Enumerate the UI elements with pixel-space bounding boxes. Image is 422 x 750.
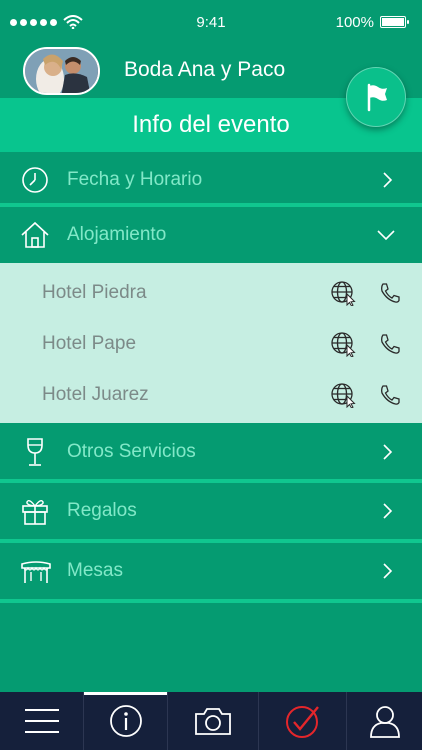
hotel-row[interactable]: Hotel Juarez bbox=[0, 369, 422, 419]
tab-menu[interactable] bbox=[0, 692, 84, 750]
hamburger-menu-icon bbox=[24, 709, 59, 733]
menu-item-fecha[interactable]: Fecha y Horario bbox=[0, 152, 422, 207]
hotels-panel: Hotel Piedra Hotel Pape Hotel Juarez bbox=[0, 263, 422, 423]
signal-group bbox=[10, 15, 83, 29]
couple-avatar[interactable] bbox=[23, 47, 100, 95]
battery-icon bbox=[380, 16, 409, 28]
divider bbox=[0, 599, 422, 603]
web-link-icon[interactable] bbox=[330, 382, 356, 408]
tab-info[interactable] bbox=[84, 692, 168, 750]
flag-icon bbox=[367, 83, 387, 112]
wine-glass-icon bbox=[27, 437, 43, 466]
table-icon bbox=[21, 560, 51, 583]
signal-dots-icon bbox=[10, 18, 57, 26]
flag-button[interactable] bbox=[346, 67, 406, 127]
menu-item-label: Alojamiento bbox=[67, 223, 167, 245]
menu-item-mesas[interactable]: Mesas bbox=[0, 543, 422, 598]
hotel-row[interactable]: Hotel Pape bbox=[0, 318, 422, 368]
clock-icon bbox=[22, 166, 48, 193]
menu-item-label: Otros Servicios bbox=[67, 440, 196, 462]
chevron-right-icon bbox=[383, 171, 393, 188]
menu-item-label: Mesas bbox=[67, 559, 123, 581]
phone-icon[interactable] bbox=[378, 281, 402, 305]
event-title: Boda Ana y Paco bbox=[124, 58, 286, 81]
wifi-icon bbox=[63, 15, 83, 29]
web-link-icon[interactable] bbox=[330, 280, 356, 306]
phone-icon[interactable] bbox=[378, 383, 402, 407]
chevron-down-icon bbox=[377, 229, 395, 240]
hotel-row[interactable]: Hotel Piedra bbox=[0, 267, 422, 317]
battery-percent: 100% bbox=[335, 13, 374, 31]
camera-icon bbox=[195, 708, 231, 735]
tab-camera[interactable] bbox=[168, 692, 259, 750]
phone-icon[interactable] bbox=[378, 332, 402, 356]
hotel-name: Hotel Pape bbox=[42, 333, 137, 354]
status-bar: 9:41 100% bbox=[0, 0, 422, 44]
house-icon bbox=[21, 221, 49, 248]
profile-icon bbox=[369, 706, 400, 738]
check-circle-icon bbox=[285, 706, 319, 738]
hotel-name: Hotel Juarez bbox=[42, 384, 149, 405]
menu-item-label: Fecha y Horario bbox=[67, 168, 203, 190]
web-link-icon[interactable] bbox=[330, 331, 356, 357]
tab-confirm[interactable] bbox=[259, 692, 347, 750]
chevron-right-icon bbox=[383, 562, 393, 579]
bottom-tab-bar bbox=[0, 692, 422, 750]
info-icon bbox=[109, 705, 142, 737]
hotel-name: Hotel Piedra bbox=[42, 282, 147, 303]
menu-item-regalos[interactable]: Regalos bbox=[0, 483, 422, 538]
chevron-right-icon bbox=[383, 443, 393, 460]
tab-profile[interactable] bbox=[347, 692, 422, 750]
menu-item-alojamiento[interactable]: Alojamiento bbox=[0, 207, 422, 262]
menu-item-otros-servicios[interactable]: Otros Servicios bbox=[0, 424, 422, 479]
section-title: Info del evento bbox=[132, 111, 290, 138]
chevron-right-icon bbox=[383, 502, 393, 519]
menu-item-label: Regalos bbox=[67, 499, 137, 521]
gift-icon bbox=[22, 499, 48, 525]
